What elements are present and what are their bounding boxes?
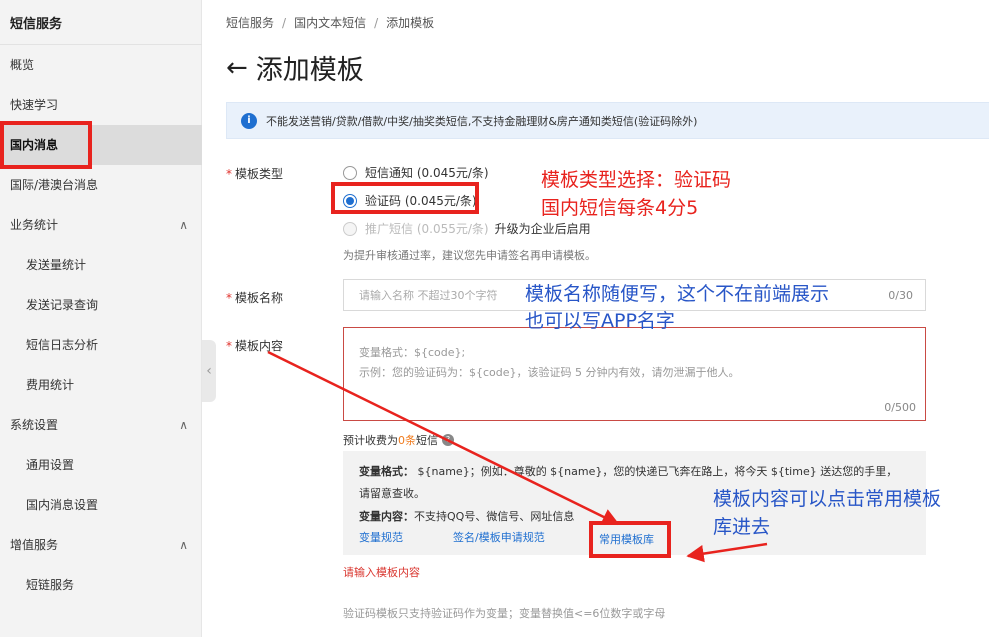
radio-sms-notify[interactable]: 短信通知 (0.045元/条) <box>343 164 489 181</box>
template-content-label: * 模板内容 <box>226 339 284 353</box>
page-title: 添加模板 <box>255 55 364 86</box>
sign-template-rules-link[interactable]: 签名/模板申请规范 <box>453 529 545 545</box>
chevron-up-icon: ∧ <box>179 538 188 552</box>
sidebar-item-cost-stats[interactable]: 费用统计 <box>0 365 202 405</box>
template-type-label: * 模板类型 <box>226 167 284 181</box>
fee-estimate: 预计收费为 0条 短信 ? <box>343 432 454 448</box>
notice-banner: i 不能发送营销/贷款/借款/中奖/抽奖类短信,不支持金融理财&房产通知类短信(… <box>226 102 989 139</box>
back-arrow-icon[interactable]: ← <box>226 53 248 83</box>
annotation-type-note: 模板类型选择：验证码 <box>541 169 732 191</box>
radio-label: 推广短信 (0.055元/条) <box>365 222 489 236</box>
breadcrumb: 短信服务 / 国内文本短信 / 添加模板 <box>226 16 435 30</box>
sidebar-item-general-settings[interactable]: 通用设置 <box>0 445 202 485</box>
sidebar-group-label: 系统设置 <box>10 418 59 432</box>
annotation-highlight-box <box>589 521 671 558</box>
chevron-up-icon: ∧ <box>179 218 188 232</box>
radio-label: 短信通知 (0.045元/条) <box>365 166 489 180</box>
notice-text: 不能发送营销/贷款/借款/中奖/抽奖类短信,不支持金融理财&房产通知类短信(验证… <box>266 114 698 128</box>
char-counter: 0/500 <box>884 401 916 414</box>
variable-content-row: 变量内容：不支持QQ号、微信号、网址信息 <box>359 510 575 523</box>
template-name-label: * 模板名称 <box>226 291 284 305</box>
sidebar-group-label: 增值服务 <box>10 538 59 552</box>
content-error-message: 请输入模板内容 <box>343 566 420 579</box>
help-icon[interactable]: ? <box>442 434 454 446</box>
sidebar-item-international-messages[interactable]: 国际/港澳台消息 <box>0 165 202 205</box>
radio-note: 升级为企业后启用 <box>494 222 591 236</box>
sidebar-group-value-added[interactable]: 增值服务 ∧ <box>0 525 202 565</box>
sidebar: 短信服务 概览 快速学习 国内消息 国际/港澳台消息 业务统计 ∧ 发送量统计 … <box>0 0 202 637</box>
variable-format-row-cont: 请留意查收。 <box>359 487 425 500</box>
sidebar-item-quick-learn[interactable]: 快速学习 <box>0 85 202 125</box>
sidebar-item-domestic-settings[interactable]: 国内消息设置 <box>0 485 202 525</box>
sidebar-group-settings[interactable]: 系统设置 ∧ <box>0 405 202 445</box>
textarea-placeholder-line: 变量格式：${code}; <box>359 346 466 359</box>
radio-icon <box>343 165 357 180</box>
page-header: ← 添加模板 <box>226 48 364 87</box>
annotation-highlight-box <box>331 182 479 214</box>
fee-prefix: 预计收费为 <box>343 434 398 447</box>
sidebar-item-overview[interactable]: 概览 <box>0 45 202 85</box>
annotation-name-note: 也可以写APP名字 <box>525 310 675 332</box>
sidebar-item-send-volume[interactable]: 发送量统计 <box>0 245 202 285</box>
sidebar-group-label: 业务统计 <box>10 218 59 232</box>
sidebar-item-send-records[interactable]: 发送记录查询 <box>0 285 202 325</box>
sidebar-group-statistics[interactable]: 业务统计 ∧ <box>0 205 202 245</box>
variable-rules-link[interactable]: 变量规范 <box>359 529 403 545</box>
annotation-content-note: 库进去 <box>713 516 771 538</box>
annotation-type-note: 国内短信每条4分5 <box>541 197 699 219</box>
char-counter: 0/30 <box>888 289 913 302</box>
sidebar-title: 短信服务 <box>10 17 63 32</box>
radio-disabled-icon <box>343 221 357 236</box>
variable-format-row: 变量格式： ${name}；例如：尊敬的 ${name}，您的快递已飞奔在路上，… <box>359 465 898 478</box>
template-type-hint: 为提升审核通过率，建议您先申请签名再申请模板。 <box>343 249 596 262</box>
textarea-placeholder-line: 示例：您的验证码为：${code}，该验证码 5 分钟内有效，请勿泄漏于他人。 <box>359 366 740 379</box>
breadcrumb-item[interactable]: 国内文本短信 <box>294 16 366 30</box>
radio-promotion: 推广短信 (0.055元/条) 升级为企业后启用 <box>343 220 591 237</box>
template-content-textarea[interactable]: 变量格式：${code}; 示例：您的验证码为：${code}，该验证码 5 分… <box>343 327 926 421</box>
fee-suffix: 短信 <box>416 434 438 447</box>
annotation-name-note: 模板名称随便写，这个不在前端展示 <box>525 283 830 305</box>
annotation-highlight-box <box>0 121 92 169</box>
sidebar-collapse-handle[interactable]: ‹ <box>202 340 216 402</box>
verification-footnote: 验证码模板只支持验证码作为变量；变量替换值<=6位数字或字母 <box>343 607 666 620</box>
annotation-content-note: 模板内容可以点击常用模板 <box>713 488 942 510</box>
chevron-up-icon: ∧ <box>179 418 188 432</box>
fee-count: 0条 <box>398 434 416 447</box>
breadcrumb-item-current: 添加模板 <box>386 16 435 30</box>
sidebar-item-short-link[interactable]: 短链服务 <box>0 565 202 605</box>
sidebar-item-log-analysis[interactable]: 短信日志分析 <box>0 325 202 365</box>
info-icon: i <box>241 112 257 129</box>
breadcrumb-item[interactable]: 短信服务 <box>226 16 274 30</box>
